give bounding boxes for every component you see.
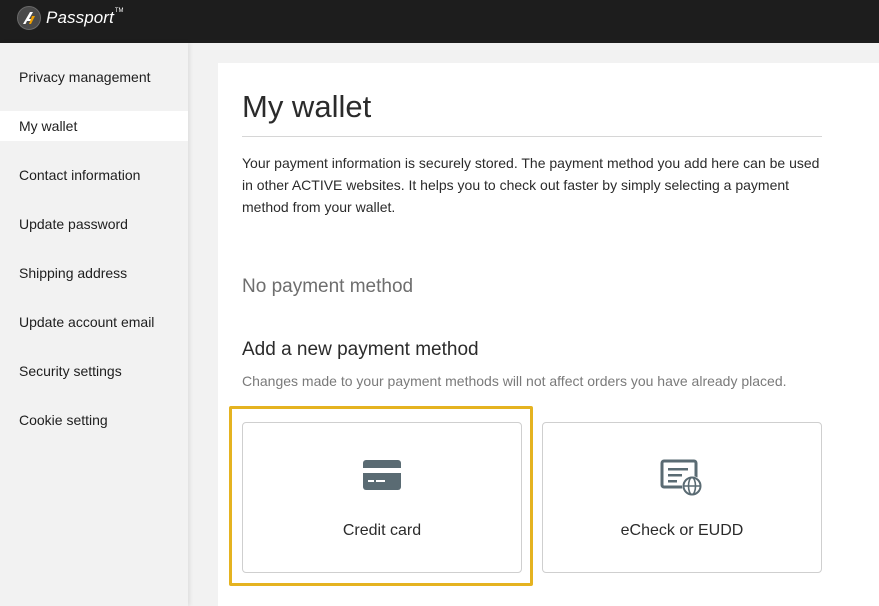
sidebar-item-my-wallet[interactable]: My wallet <box>0 111 188 141</box>
sidebar-item-privacy-management[interactable]: Privacy management <box>0 62 188 92</box>
brand-trademark: TM <box>114 8 124 14</box>
credit-card-icon <box>243 459 521 491</box>
credit-card-label: Credit card <box>342 522 422 539</box>
echeck-globe-icon <box>543 459 821 497</box>
top-bar: Passport TM <box>0 0 879 43</box>
wallet-panel: My wallet Your payment information is se… <box>218 63 879 606</box>
passport-logo[interactable]: Passport TM <box>17 5 124 31</box>
add-payment-heading: Add a new payment method <box>242 339 479 360</box>
sidebar-item-update-account-email[interactable]: Update account email <box>0 307 188 337</box>
credit-card-option[interactable]: Credit card <box>242 422 522 573</box>
echeck-eudd-option[interactable]: eCheck or EUDD <box>542 422 822 573</box>
brand-name: Passport <box>46 8 114 27</box>
sidebar-item-contact-information[interactable]: Contact information <box>0 160 188 190</box>
add-payment-note: Changes made to your payment methods wil… <box>242 373 787 389</box>
wallet-intro-text: Your payment information is securely sto… <box>242 155 820 215</box>
sidebar-item-update-password[interactable]: Update password <box>0 209 188 239</box>
sidebar: Privacy management My wallet Contact inf… <box>0 43 188 606</box>
sidebar-item-cookie-setting[interactable]: Cookie setting <box>0 405 188 435</box>
passport-a-icon <box>17 6 41 30</box>
empty-state-text: No payment method <box>242 276 414 297</box>
sidebar-item-shipping-address[interactable]: Shipping address <box>0 258 188 288</box>
sidebar-item-security-settings[interactable]: Security settings <box>0 356 188 386</box>
echeck-eudd-label: eCheck or EUDD <box>620 522 744 539</box>
page-title: My wallet <box>242 89 372 124</box>
title-divider <box>242 136 822 137</box>
